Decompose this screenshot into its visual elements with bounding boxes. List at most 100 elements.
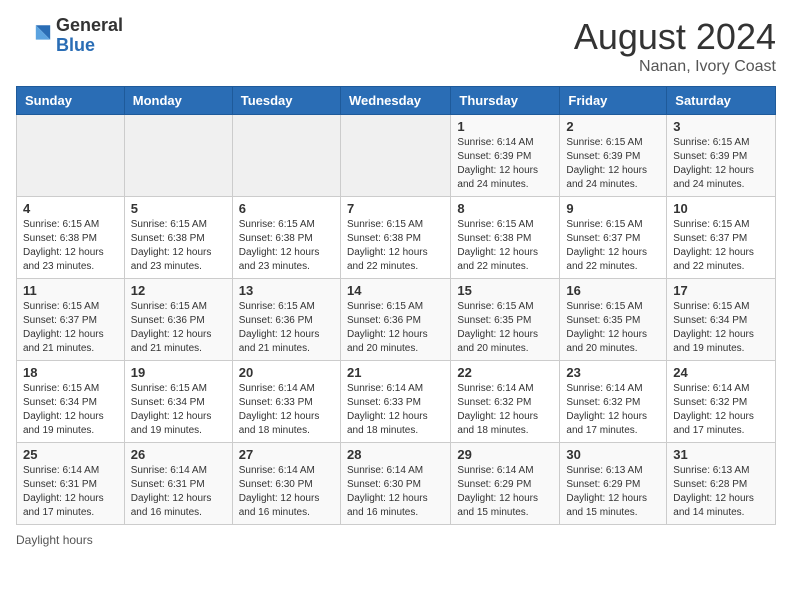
calendar-cell — [232, 115, 340, 197]
day-info: Sunrise: 6:14 AM Sunset: 6:33 PM Dayligh… — [239, 382, 334, 438]
day-info: Sunrise: 6:15 AM Sunset: 6:39 PM Dayligh… — [673, 136, 769, 192]
calendar-week-row: 1 Sunrise: 6:14 AM Sunset: 6:39 PM Daylig… — [17, 115, 776, 197]
day-info: Sunrise: 6:14 AM Sunset: 6:32 PM Dayligh… — [673, 382, 769, 438]
day-info: Sunrise: 6:14 AM Sunset: 6:30 PM Dayligh… — [347, 464, 444, 520]
calendar-header-friday: Friday — [560, 87, 667, 115]
day-number: 10 — [673, 201, 769, 216]
calendar-cell: 20Sunrise: 6:14 AM Sunset: 6:33 PM Dayli… — [232, 361, 340, 443]
day-number: 19 — [131, 365, 226, 380]
calendar-cell: 2Sunrise: 6:15 AM Sunset: 6:39 PM Daylig… — [560, 115, 667, 197]
day-number: 12 — [131, 283, 226, 298]
calendar-cell: 23 Sunrise: 6:14 AM Sunset: 6:32 PM Dayli… — [560, 361, 667, 443]
calendar-cell: 24 Sunrise: 6:14 AM Sunset: 6:32 PM Dayli… — [667, 361, 776, 443]
day-number: 21 — [347, 365, 444, 380]
calendar-cell: 11 Sunrise: 6:15 AM Sunset: 6:37 PM Dayli… — [17, 279, 125, 361]
day-number: 30 — [566, 447, 660, 462]
calendar-cell: 17 Sunrise: 6:15 AM Sunset: 6:34 PM Dayli… — [667, 279, 776, 361]
calendar-cell: 6Sunrise: 6:15 AM Sunset: 6:38 PM Daylig… — [232, 197, 340, 279]
calendar-cell — [340, 115, 450, 197]
page-header: General Blue August 2024 Nanan, Ivory Co… — [16, 16, 776, 76]
footer-note: Daylight hours — [16, 533, 776, 547]
day-number: 9 — [566, 201, 660, 216]
calendar-cell: 19 Sunrise: 6:15 AM Sunset: 6:34 PM Dayli… — [124, 361, 232, 443]
calendar-header-tuesday: Tuesday — [232, 87, 340, 115]
calendar-header-row: SundayMondayTuesdayWednesdayThursdayFrid… — [17, 87, 776, 115]
day-info: Sunrise: 6:14 AM Sunset: 6:32 PM Dayligh… — [566, 382, 660, 438]
day-info: Sunrise: 6:15 AM Sunset: 6:37 PM Dayligh… — [23, 300, 118, 356]
calendar-cell — [124, 115, 232, 197]
calendar-cell: 4Sunrise: 6:15 AM Sunset: 6:38 PM Daylig… — [17, 197, 125, 279]
calendar-cell: 30Sunrise: 6:13 AM Sunset: 6:29 PM Dayli… — [560, 443, 667, 525]
logo-icon — [16, 18, 52, 54]
calendar-cell: 27 Sunrise: 6:14 AM Sunset: 6:30 PM Dayli… — [232, 443, 340, 525]
calendar-cell: 10 Sunrise: 6:15 AM Sunset: 6:37 PM Dayli… — [667, 197, 776, 279]
day-number: 8 — [457, 201, 553, 216]
calendar-week-row: 18 Sunrise: 6:15 AM Sunset: 6:34 PM Dayli… — [17, 361, 776, 443]
day-number: 11 — [23, 283, 118, 298]
day-number: 6 — [239, 201, 334, 216]
day-info: Sunrise: 6:15 AM Sunset: 6:36 PM Dayligh… — [347, 300, 444, 356]
day-number: 15 — [457, 283, 553, 298]
calendar-header-thursday: Thursday — [451, 87, 560, 115]
day-info: Sunrise: 6:14 AM Sunset: 6:30 PM Dayligh… — [239, 464, 334, 520]
day-info: Sunrise: 6:15 AM Sunset: 6:36 PM Dayligh… — [239, 300, 334, 356]
calendar-week-row: 4 Sunrise: 6:15 AM Sunset: 6:38 PM Daylig… — [17, 197, 776, 279]
day-number: 13 — [239, 283, 334, 298]
calendar-cell: 22 Sunrise: 6:14 AM Sunset: 6:32 PM Dayli… — [451, 361, 560, 443]
day-number: 26 — [131, 447, 226, 462]
calendar-cell: 13 Sunrise: 6:15 AM Sunset: 6:36 PM Dayli… — [232, 279, 340, 361]
day-info: Sunrise: 6:15 AM Sunset: 6:34 PM Dayligh… — [673, 300, 769, 356]
logo-blue: Blue — [56, 36, 123, 56]
day-number: 23 — [566, 365, 660, 380]
day-number: 5 — [131, 201, 226, 216]
calendar-header-sunday: Sunday — [17, 87, 125, 115]
day-info: Sunrise: 6:14 AM Sunset: 6:32 PM Dayligh… — [457, 382, 553, 438]
day-info: Sunrise: 6:15 AM Sunset: 6:34 PM Dayligh… — [131, 382, 226, 438]
day-number: 31 — [673, 447, 769, 462]
calendar-cell: 31 Sunrise: 6:13 AM Sunset: 6:28 PM Dayli… — [667, 443, 776, 525]
day-number: 4 — [23, 201, 118, 216]
day-info: Sunrise: 6:14 AM Sunset: 6:31 PM Dayligh… — [131, 464, 226, 520]
day-info: Sunrise: 6:15 AM Sunset: 6:38 PM Dayligh… — [347, 218, 444, 274]
day-info: Sunrise: 6:14 AM Sunset: 6:39 PM Dayligh… — [457, 136, 553, 192]
day-number: 24 — [673, 365, 769, 380]
day-number: 2 — [566, 119, 660, 134]
day-number: 17 — [673, 283, 769, 298]
calendar-cell: 16Sunrise: 6:15 AM Sunset: 6:35 PM Dayli… — [560, 279, 667, 361]
day-number: 29 — [457, 447, 553, 462]
calendar-cell — [17, 115, 125, 197]
title-block: August 2024 Nanan, Ivory Coast — [574, 16, 776, 76]
calendar-cell: 21 Sunrise: 6:14 AM Sunset: 6:33 PM Dayli… — [340, 361, 450, 443]
day-number: 16 — [566, 283, 660, 298]
day-number: 3 — [673, 119, 769, 134]
logo: General Blue — [16, 16, 123, 56]
day-info: Sunrise: 6:13 AM Sunset: 6:28 PM Dayligh… — [673, 464, 769, 520]
day-number: 27 — [239, 447, 334, 462]
month-year: August 2024 — [574, 16, 776, 58]
calendar-cell: 18Sunrise: 6:15 AM Sunset: 6:34 PM Dayli… — [17, 361, 125, 443]
calendar-header-wednesday: Wednesday — [340, 87, 450, 115]
day-info: Sunrise: 6:14 AM Sunset: 6:29 PM Dayligh… — [457, 464, 553, 520]
calendar-cell: 25Sunrise: 6:14 AM Sunset: 6:31 PM Dayli… — [17, 443, 125, 525]
logo-general: General — [56, 16, 123, 36]
calendar-header-saturday: Saturday — [667, 87, 776, 115]
day-number: 14 — [347, 283, 444, 298]
day-number: 25 — [23, 447, 118, 462]
day-info: Sunrise: 6:15 AM Sunset: 6:37 PM Dayligh… — [566, 218, 660, 274]
day-number: 7 — [347, 201, 444, 216]
calendar-cell: 5Sunrise: 6:15 AM Sunset: 6:38 PM Daylig… — [124, 197, 232, 279]
calendar-cell: 26 Sunrise: 6:14 AM Sunset: 6:31 PM Dayli… — [124, 443, 232, 525]
calendar-week-row: 25 Sunrise: 6:14 AM Sunset: 6:31 PM Dayli… — [17, 443, 776, 525]
calendar-cell: 14 Sunrise: 6:15 AM Sunset: 6:36 PM Dayli… — [340, 279, 450, 361]
day-info: Sunrise: 6:15 AM Sunset: 6:37 PM Dayligh… — [673, 218, 769, 274]
calendar-cell: 7 Sunrise: 6:15 AM Sunset: 6:38 PM Daylig… — [340, 197, 450, 279]
day-number: 1 — [457, 119, 553, 134]
calendar-cell: 15 Sunrise: 6:15 AM Sunset: 6:35 PM Dayli… — [451, 279, 560, 361]
calendar-cell: 1 Sunrise: 6:14 AM Sunset: 6:39 PM Daylig… — [451, 115, 560, 197]
day-info: Sunrise: 6:14 AM Sunset: 6:33 PM Dayligh… — [347, 382, 444, 438]
day-number: 22 — [457, 365, 553, 380]
day-number: 18 — [23, 365, 118, 380]
calendar-week-row: 11 Sunrise: 6:15 AM Sunset: 6:37 PM Dayli… — [17, 279, 776, 361]
day-info: Sunrise: 6:15 AM Sunset: 6:35 PM Dayligh… — [457, 300, 553, 356]
calendar-header-monday: Monday — [124, 87, 232, 115]
